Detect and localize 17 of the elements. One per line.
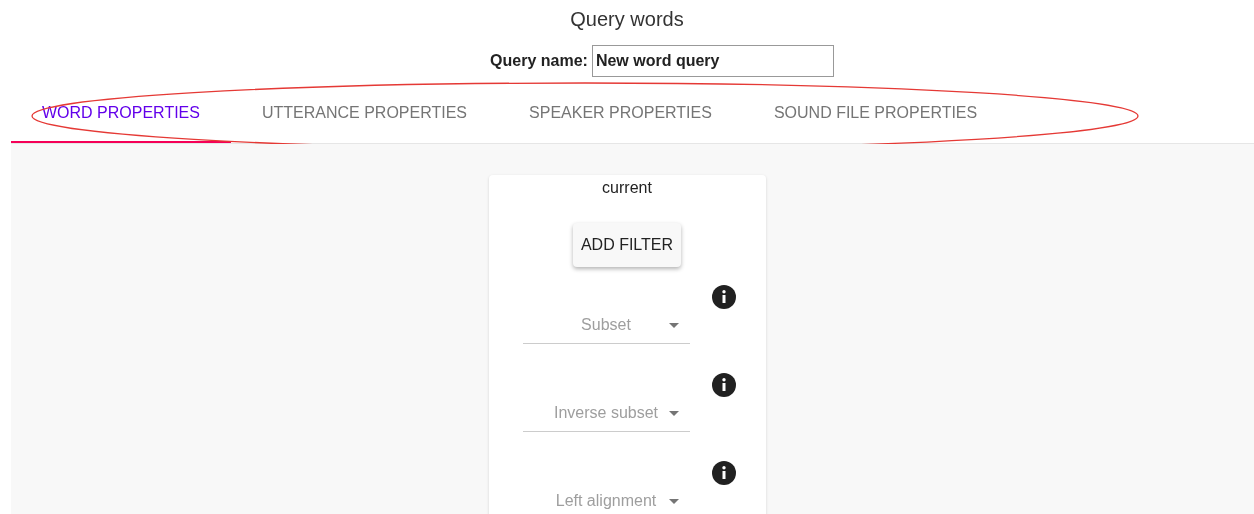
add-filter-button[interactable]: ADD FILTER: [572, 223, 682, 267]
info-icon[interactable]: [711, 285, 736, 309]
info-icon[interactable]: [711, 373, 736, 397]
tab[interactable]: SOUND FILE PROPERTIES: [742, 90, 1009, 143]
query-name-label: Query name:: [490, 52, 588, 70]
tab[interactable]: UTTERANCE PROPERTIES: [230, 90, 499, 143]
tab[interactable]: SPEAKER PROPERTIES: [498, 90, 743, 143]
caret-icon: [668, 411, 679, 416]
caret-icon: [668, 323, 679, 328]
select-field[interactable]: Left alignment: [522, 482, 690, 514]
caret-icon: [668, 499, 679, 504]
select-field[interactable]: Subset: [522, 306, 690, 344]
card-heading: current: [602, 179, 652, 197]
select-field[interactable]: Inverse subset: [522, 394, 690, 432]
query-name-field[interactable]: New word query: [591, 45, 834, 77]
info-icon[interactable]: [711, 461, 736, 485]
page-title: Query words: [569, 7, 685, 32]
